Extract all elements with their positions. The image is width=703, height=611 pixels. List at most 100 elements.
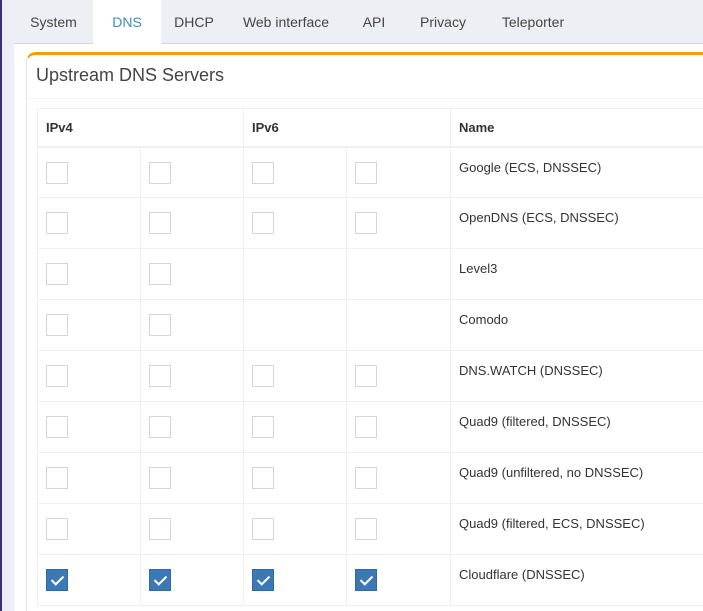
ipv4-cell: [37, 350, 141, 402]
ipv6-cell: [346, 146, 451, 198]
ipv6-server-1-checkbox[interactable]: [252, 416, 274, 438]
ipv6-server-1-checkbox[interactable]: [252, 212, 274, 234]
ipv6-server-2-checkbox[interactable]: [355, 416, 377, 438]
upstream-dns-table: IPv4 IPv6 Name Google (ECS, DNSSEC) OpenD…: [37, 108, 703, 606]
table-row: Google (ECS, DNSSEC): [37, 146, 703, 198]
tab-teleporter[interactable]: Teleporter: [483, 0, 583, 44]
ipv6-cell: [243, 350, 347, 402]
ipv6-server-2-checkbox[interactable]: [355, 569, 377, 591]
table-row: Quad9 (unfiltered, no DNSSEC): [37, 452, 703, 504]
ipv6-server-1-checkbox[interactable]: [252, 569, 274, 591]
table-row: Quad9 (filtered, ECS, DNSSEC): [37, 503, 703, 555]
ipv4-server-1-checkbox[interactable]: [46, 314, 68, 336]
table-row: Quad9 (filtered, DNSSEC): [37, 401, 703, 453]
ipv6-cell: [346, 503, 451, 555]
server-name: Cloudflare (DNSSEC): [450, 554, 703, 606]
ipv4-server-1-checkbox[interactable]: [46, 161, 68, 184]
ipv4-server-2-checkbox[interactable]: [149, 365, 171, 387]
ipv6-server-1-checkbox[interactable]: [252, 161, 274, 184]
ipv4-server-2-checkbox[interactable]: [149, 569, 171, 591]
ipv4-cell: [140, 503, 244, 555]
upstream-dns-title: Upstream DNS Servers: [36, 65, 225, 85]
ipv4-cell: [140, 248, 244, 300]
ipv6-cell: [243, 248, 347, 300]
ipv6-server-1-checkbox[interactable]: [252, 518, 274, 540]
header-ipv6: IPv6: [243, 108, 451, 148]
ipv4-cell: [37, 197, 141, 249]
header-ipv4: IPv4: [37, 108, 244, 148]
ipv4-cell: [140, 401, 244, 453]
ipv4-cell: [140, 146, 244, 198]
ipv4-cell: [140, 452, 244, 504]
table-row: Comodo: [37, 299, 703, 351]
tab-system[interactable]: System: [14, 0, 93, 44]
ipv4-server-2-checkbox[interactable]: [149, 314, 171, 336]
server-name: Quad9 (unfiltered, no DNSSEC): [450, 452, 703, 504]
server-name: OpenDNS (ECS, DNSSEC): [450, 197, 703, 249]
ipv6-cell: [346, 554, 451, 606]
tab-content-dns: Upstream DNS Servers IPv4 IPv6 Name Goog…: [14, 44, 703, 611]
ipv4-server-1-checkbox[interactable]: [46, 416, 68, 438]
table-row: Cloudflare (DNSSEC): [37, 554, 703, 606]
ipv6-server-2-checkbox[interactable]: [355, 518, 377, 540]
ipv4-server-2-checkbox[interactable]: [149, 518, 171, 540]
ipv6-cell: [346, 248, 451, 300]
server-name: Quad9 (filtered, ECS, DNSSEC): [450, 503, 703, 555]
ipv6-cell: [346, 299, 451, 351]
ipv4-server-1-checkbox[interactable]: [46, 569, 68, 591]
ipv4-server-2-checkbox[interactable]: [149, 263, 171, 285]
ipv6-server-2-checkbox[interactable]: [355, 161, 377, 184]
tab-dhcp[interactable]: DHCP: [161, 0, 227, 44]
ipv4-cell: [37, 299, 141, 351]
ipv4-cell: [140, 197, 244, 249]
server-name: DNS.WATCH (DNSSEC): [450, 350, 703, 402]
ipv4-cell: [37, 248, 141, 300]
server-name: Google (ECS, DNSSEC): [450, 146, 703, 198]
ipv4-cell: [37, 503, 141, 555]
ipv4-cell: [37, 452, 141, 504]
ipv4-cell: [140, 554, 244, 606]
ipv4-server-1-checkbox[interactable]: [46, 518, 68, 540]
ipv4-server-2-checkbox[interactable]: [149, 467, 171, 489]
ipv6-cell: [243, 452, 347, 504]
tab-privacy[interactable]: Privacy: [403, 0, 483, 44]
ipv6-server-2-checkbox[interactable]: [355, 212, 377, 234]
header-name: Name: [450, 108, 703, 148]
ipv4-cell: [140, 350, 244, 402]
ipv4-server-1-checkbox[interactable]: [46, 263, 68, 285]
ipv4-cell: [37, 401, 141, 453]
ipv4-server-2-checkbox[interactable]: [149, 161, 171, 184]
server-name: Level3: [450, 248, 703, 300]
ipv6-server-1-checkbox[interactable]: [252, 467, 274, 489]
table-row: OpenDNS (ECS, DNSSEC): [37, 197, 703, 249]
upstream-dns-box: Upstream DNS Servers IPv4 IPv6 Name Goog…: [26, 52, 703, 611]
ipv6-cell: [346, 452, 451, 504]
table-row: DNS.WATCH (DNSSEC): [37, 350, 703, 402]
ipv6-cell: [346, 350, 451, 402]
ipv6-cell: [243, 503, 347, 555]
ipv6-cell: [243, 554, 347, 606]
ipv4-server-1-checkbox[interactable]: [46, 467, 68, 489]
ipv4-cell: [140, 299, 244, 351]
ipv6-server-2-checkbox[interactable]: [355, 467, 377, 489]
ipv6-cell: [346, 401, 451, 453]
page-gutter: [2, 0, 14, 611]
upstream-dns-rows: Google (ECS, DNSSEC) OpenDNS (ECS, DNSSEC…: [37, 146, 703, 606]
table-row: Level3: [37, 248, 703, 300]
settings-tabs: System DNS DHCP Web interface API Privac…: [14, 0, 703, 45]
ipv6-cell: [243, 146, 347, 198]
ipv6-server-2-checkbox[interactable]: [355, 365, 377, 387]
ipv6-server-1-checkbox[interactable]: [252, 365, 274, 387]
ipv6-cell: [243, 401, 347, 453]
ipv4-server-1-checkbox[interactable]: [46, 212, 68, 234]
tab-web-interface[interactable]: Web interface: [227, 0, 345, 44]
tab-api[interactable]: API: [345, 0, 403, 44]
ipv4-server-2-checkbox[interactable]: [149, 416, 171, 438]
box-header-divider: [27, 98, 703, 99]
ipv4-server-1-checkbox[interactable]: [46, 365, 68, 387]
tab-dns[interactable]: DNS: [93, 0, 161, 45]
ipv4-cell: [37, 146, 141, 198]
ipv6-cell: [243, 299, 347, 351]
server-name: Quad9 (filtered, DNSSEC): [450, 401, 703, 453]
ipv4-server-2-checkbox[interactable]: [149, 212, 171, 234]
